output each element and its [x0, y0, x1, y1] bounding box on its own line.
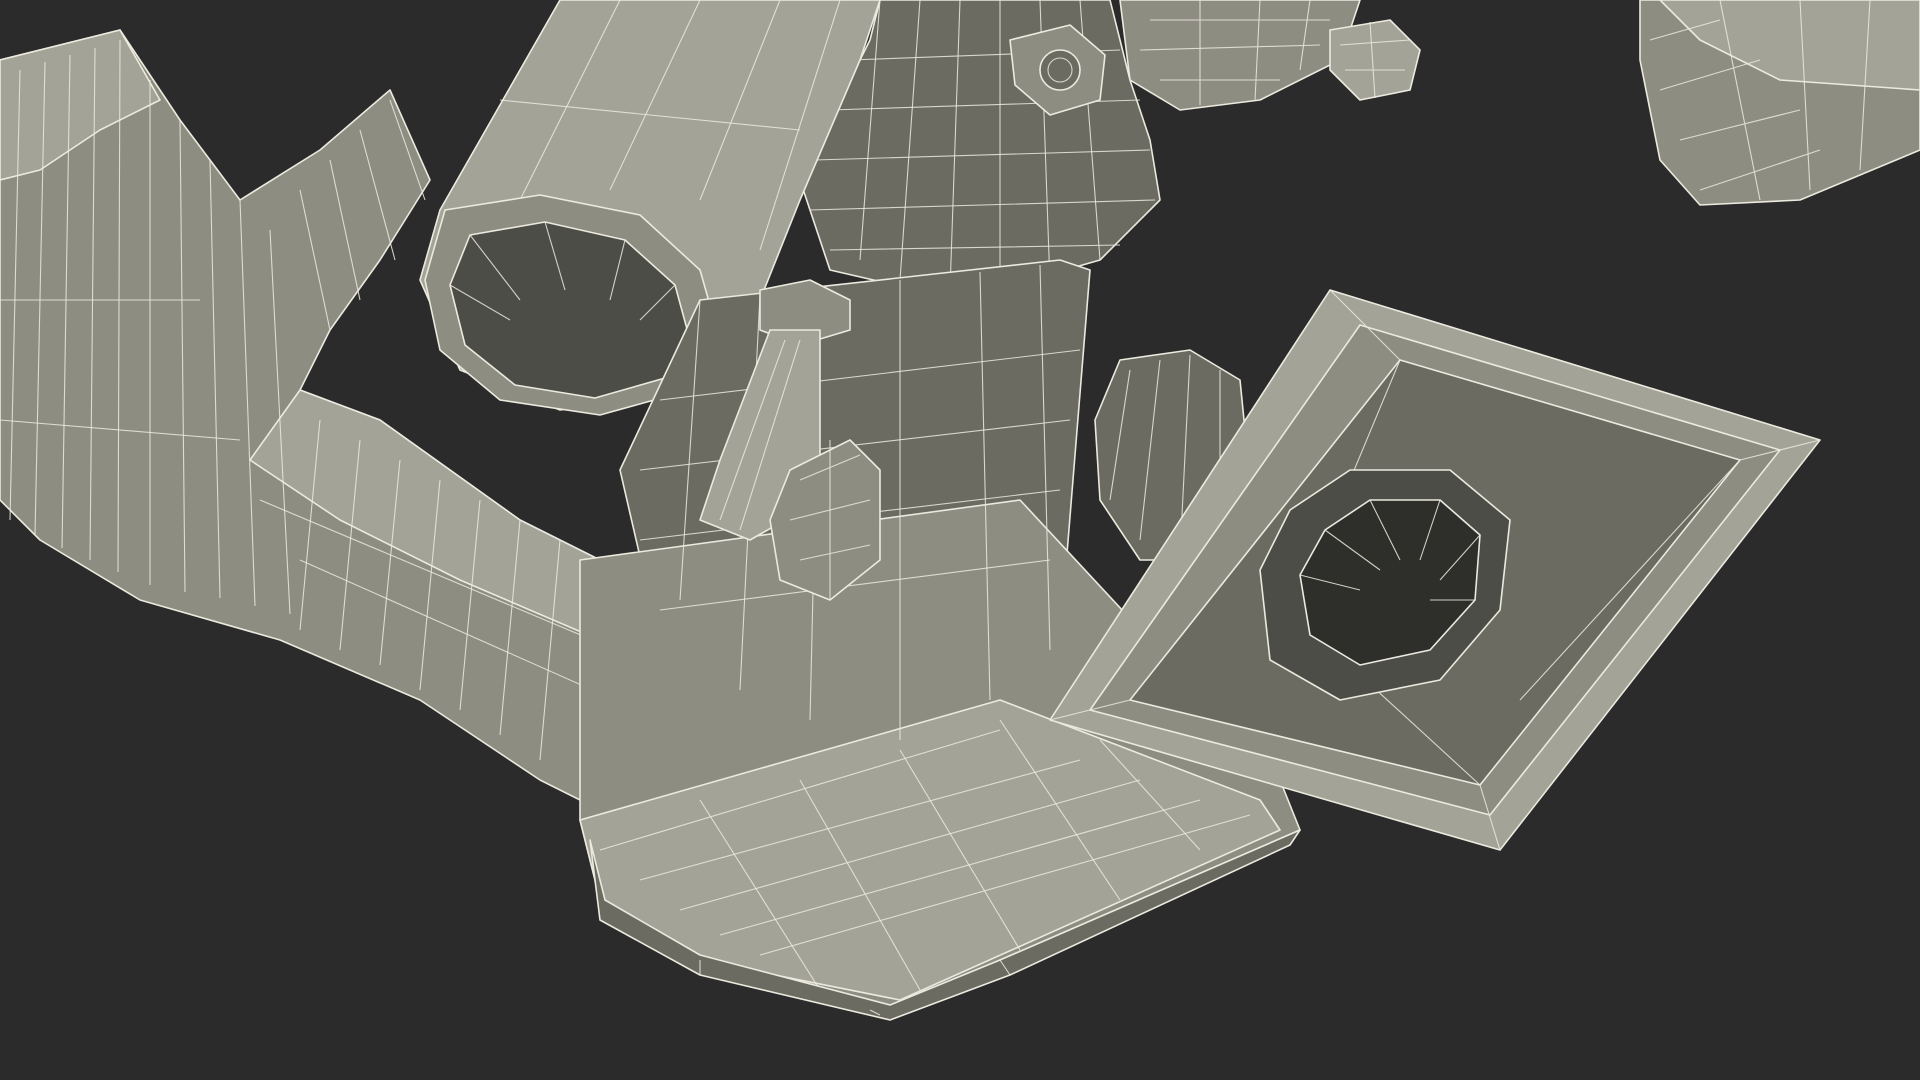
wireframe-render-canvas	[0, 0, 1920, 1080]
